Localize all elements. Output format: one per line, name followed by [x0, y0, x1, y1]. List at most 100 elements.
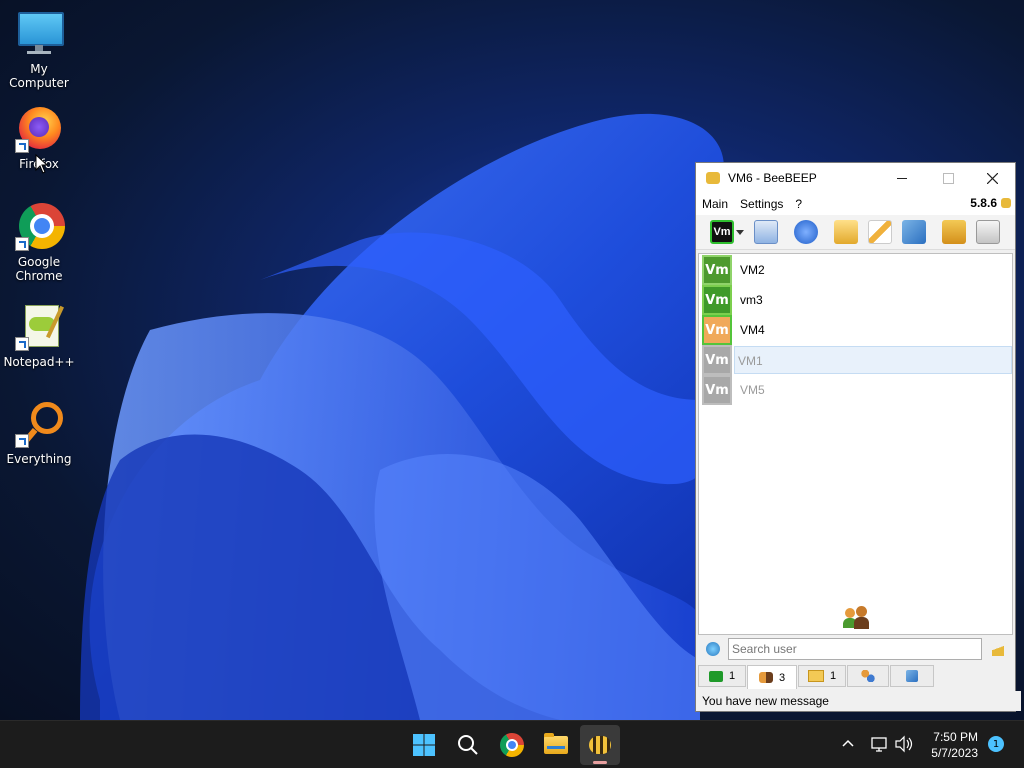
maximize-icon: [942, 172, 954, 184]
menu-help[interactable]: ?: [795, 197, 802, 211]
user-row-vm4[interactable]: Vm VM4: [702, 315, 1012, 345]
windows-start-icon: [413, 734, 435, 756]
user-row-vm3[interactable]: Vm vm3: [702, 285, 1012, 315]
users-group-icon: [843, 606, 871, 630]
mouse-cursor-icon: [35, 154, 49, 174]
user-name: VM1: [734, 346, 1012, 374]
user-avatar: Vm: [702, 315, 732, 345]
show-hidden-icons-button[interactable]: [840, 735, 856, 751]
status-bar: You have new message: [696, 691, 1021, 711]
everything-search-icon: [15, 400, 63, 448]
avatar-text: Vm: [705, 352, 729, 368]
title-bar[interactable]: VM6 - BeeBEEP: [696, 163, 1015, 193]
menu-settings[interactable]: Settings: [740, 197, 783, 211]
avatar-text: Vm: [705, 262, 729, 278]
user-row-vm5[interactable]: Vm VM5: [702, 375, 1012, 405]
search-user-input[interactable]: [728, 638, 982, 660]
chat-icon: [708, 670, 723, 682]
maximize-button[interactable]: [925, 163, 971, 193]
desktop-icon-google-chrome[interactable]: Google Chrome: [1, 203, 77, 283]
avatar-text: Vm: [705, 382, 729, 398]
minimize-icon: [897, 177, 907, 179]
bee-icon: [589, 736, 611, 754]
chrome-icon: [15, 203, 65, 251]
search-icon: [458, 735, 478, 755]
desktop-icon-everything[interactable]: Everything: [1, 400, 77, 466]
tab-chats[interactable]: 1: [698, 665, 746, 687]
user-avatar: Vm: [702, 345, 732, 375]
taskbar: 7:50 PM 5/7/2023: [0, 720, 1024, 768]
avatar-text: Vm: [705, 322, 729, 338]
taskbar-chrome-button[interactable]: [492, 725, 532, 765]
edit-profile-button[interactable]: [754, 220, 778, 244]
desktop-icon-notepad-plus-plus[interactable]: Notepad++: [1, 303, 77, 369]
taskbar-beebeep-button[interactable]: [580, 725, 620, 765]
volume-button[interactable]: [894, 735, 914, 753]
user-row-vm1[interactable]: Vm VM1: [702, 345, 1012, 375]
desktop-icon-label: Everything: [6, 452, 72, 466]
tab-groups[interactable]: [847, 665, 889, 687]
network-icon[interactable]: [794, 220, 818, 244]
users-icon: [758, 672, 773, 683]
beebeep-app-icon: [706, 172, 720, 184]
clock-date: 5/7/2023: [931, 746, 978, 760]
desktop-icon-label: Google Chrome: [15, 255, 63, 283]
desktop-icon-label: Notepad++: [3, 355, 75, 369]
network-search-icon[interactable]: [706, 642, 720, 656]
trash-icon[interactable]: [976, 220, 1000, 244]
my-status-avatar-button[interactable]: Vm: [710, 220, 734, 244]
user-name: VM5: [740, 383, 765, 397]
desktop-icon-my-computer[interactable]: My Computer: [1, 10, 77, 90]
tab-count: 3: [778, 671, 786, 684]
close-button[interactable]: [969, 163, 1015, 193]
monitor-icon: [15, 10, 64, 58]
user-name: vm3: [740, 293, 763, 307]
search-row: [698, 637, 1013, 663]
groups-icon: [861, 670, 875, 682]
menu-main[interactable]: Main: [702, 197, 728, 211]
notepad-plus-plus-icon: [15, 303, 64, 351]
notification-badge[interactable]: 1: [988, 736, 1004, 752]
new-message-icon[interactable]: [834, 220, 858, 244]
tab-messages[interactable]: 1: [798, 665, 846, 687]
network-status-button[interactable]: [870, 735, 888, 753]
tab-file-transfers[interactable]: [890, 665, 934, 687]
bee-icon: [1001, 198, 1011, 208]
taskbar-file-explorer-button[interactable]: [536, 725, 576, 765]
tab-count: 1: [829, 670, 837, 682]
menu-bar: Main Settings ? 5.8.6: [696, 193, 1015, 215]
envelope-icon: [807, 670, 824, 682]
tools-icon[interactable]: [902, 220, 926, 244]
bottom-tabs: 1 3 1: [696, 665, 1015, 689]
system-clock[interactable]: 7:50 PM 5/7/2023: [931, 729, 978, 761]
notification-count: 1: [992, 738, 1000, 750]
start-button[interactable]: [404, 725, 444, 765]
tab-count: 1: [728, 670, 736, 682]
version-label: 5.8.6: [970, 196, 997, 210]
folder-icon: [544, 733, 568, 754]
beebeep-window: VM6 - BeeBEEP Main Settings ? 5.8.6 Vm V: [695, 162, 1021, 712]
avatar-text: Vm: [705, 292, 729, 308]
user-avatar: Vm: [702, 255, 732, 285]
toolbar: Vm: [696, 215, 1015, 250]
window-title: VM6 - BeeBEEP: [728, 171, 817, 185]
edit-pencil-icon[interactable]: [868, 220, 892, 244]
minimize-button[interactable]: [879, 163, 925, 193]
clock-time: 7:50 PM: [933, 730, 978, 744]
chevron-down-icon[interactable]: [736, 229, 744, 235]
user-name: VM4: [740, 323, 765, 337]
user-name: VM2: [740, 263, 765, 277]
user-avatar: Vm: [702, 375, 732, 405]
firefox-icon: [15, 105, 63, 153]
search-button[interactable]: [448, 725, 488, 765]
user-row-vm2[interactable]: Vm VM2: [702, 255, 1012, 285]
close-icon: [986, 172, 998, 184]
share-folder-icon[interactable]: [942, 220, 966, 244]
status-avatar-text: Vm: [713, 226, 731, 238]
file-transfer-icon: [906, 670, 918, 682]
chrome-icon: [500, 733, 524, 757]
user-avatar: Vm: [702, 285, 732, 315]
chevron-up-icon: [842, 739, 854, 747]
tab-users[interactable]: 3: [747, 665, 797, 689]
clear-broom-icon[interactable]: [992, 642, 1004, 656]
